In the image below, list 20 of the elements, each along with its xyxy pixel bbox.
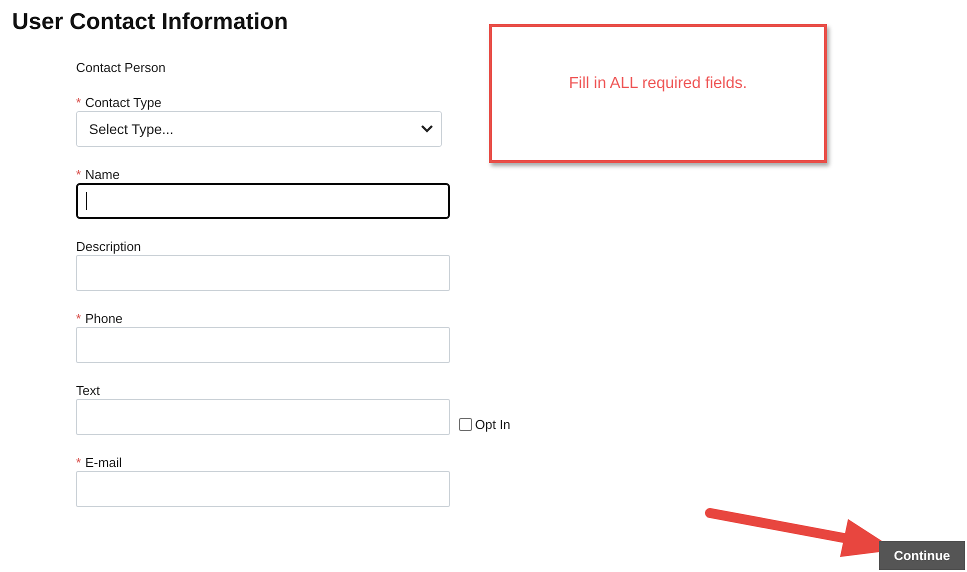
required-asterisk: * bbox=[76, 454, 82, 472]
field-label: Name bbox=[85, 166, 120, 184]
alert-message: Fill in ALL required fields. bbox=[568, 74, 748, 94]
section-label: Contact Person bbox=[76, 59, 166, 76]
type-dropdown[interactable]: Select Type... bbox=[76, 111, 442, 147]
field-label: E-mail bbox=[85, 454, 122, 472]
required-asterisk: * bbox=[76, 166, 82, 184]
input-field[interactable] bbox=[76, 183, 450, 219]
continue-button[interactable]: Continue bbox=[879, 541, 965, 570]
page-title: User Contact Information bbox=[12, 7, 288, 36]
field-label: Description bbox=[76, 238, 142, 256]
required-asterisk: * bbox=[76, 310, 82, 328]
field-label: Contact Type bbox=[85, 94, 162, 112]
opt-in-checkbox[interactable] bbox=[459, 418, 472, 431]
chevron-down-icon bbox=[421, 125, 433, 133]
checkbox-label: Opt In bbox=[475, 416, 510, 434]
field-label: Phone bbox=[85, 310, 123, 328]
required-asterisk: * bbox=[76, 94, 82, 112]
field-label: Text bbox=[76, 382, 100, 400]
text-cursor bbox=[86, 192, 87, 210]
